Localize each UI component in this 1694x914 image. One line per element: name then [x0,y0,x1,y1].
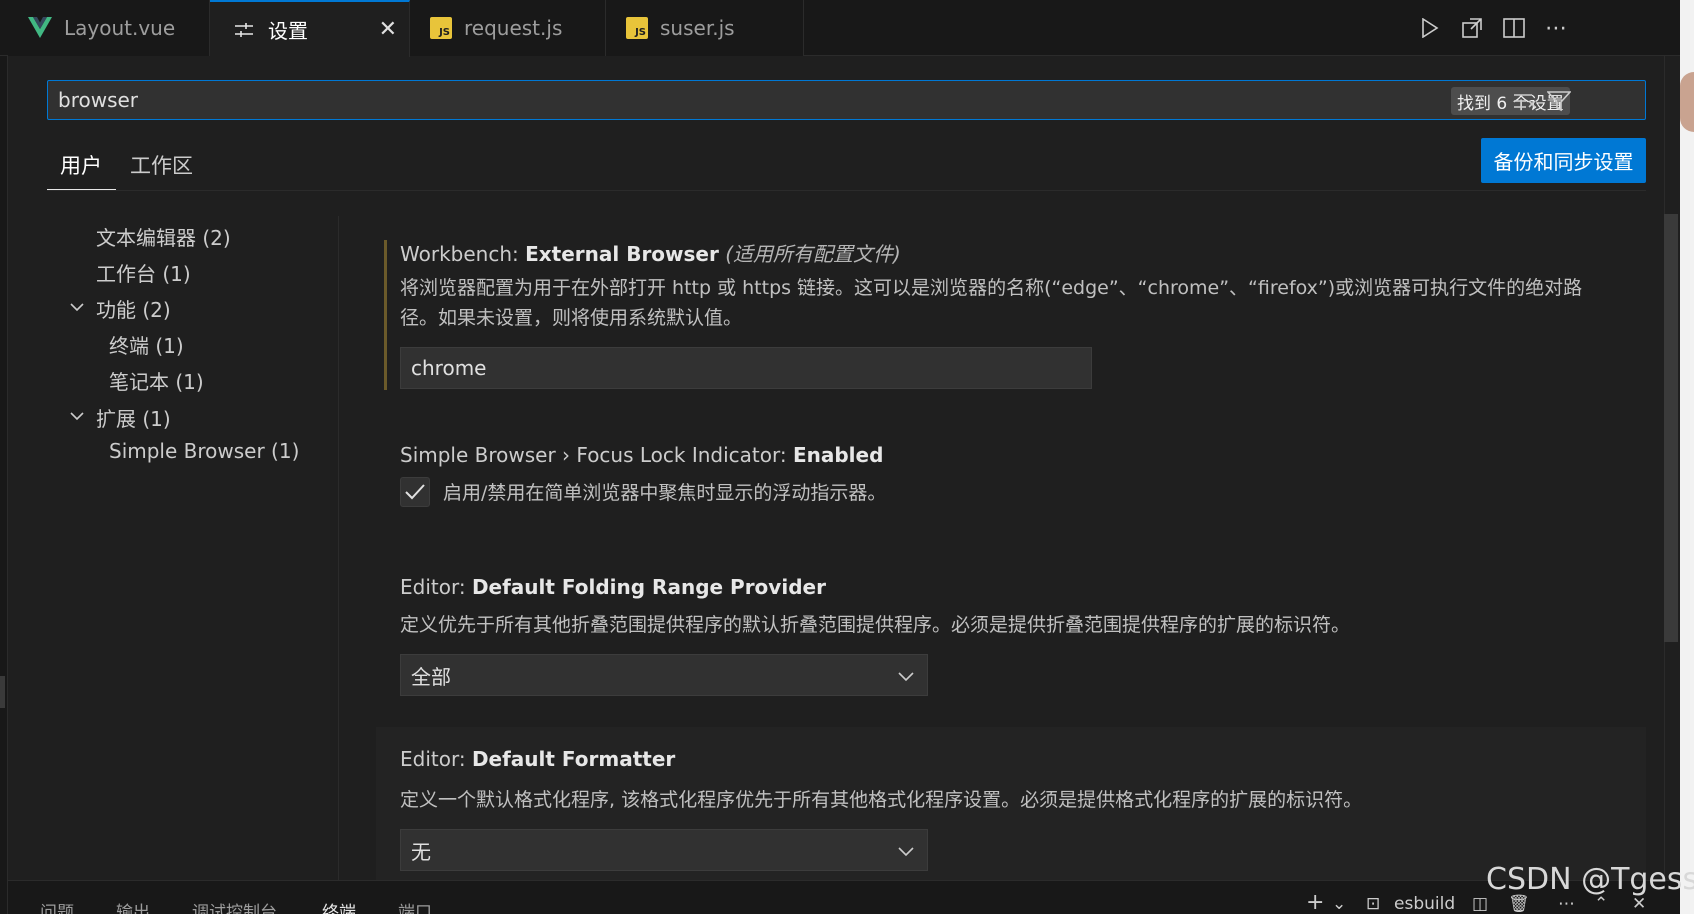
tab-label: 设置 [268,19,308,43]
default-formatter-select[interactable]: 无 [400,829,928,871]
settings-search-box[interactable]: 找到 6 个设置 [47,80,1646,120]
tab-label: request.js [464,16,563,40]
trash-icon[interactable]: 🗑 [1508,894,1530,914]
external-browser-input[interactable] [400,347,1092,389]
setting-title-external-browser: Workbench: External Browser (适用所有配置文件) [400,238,901,267]
more-actions-icon[interactable]: ⋯ [1558,894,1575,914]
toc-item-features[interactable]: 功能 (2) [96,294,171,323]
terminal-icon: ⊡ [1366,894,1381,914]
js-file-icon: JS [430,17,452,39]
maximize-panel-icon[interactable]: ⌃ [1594,894,1608,914]
avatar [1680,72,1694,132]
chevron-down-icon [898,672,914,682]
new-terminal-icon[interactable]: + [1306,890,1324,914]
split-terminal-icon[interactable]: ◫ [1472,894,1488,914]
check-icon [405,484,425,500]
close-panel-icon[interactable]: ✕ [1632,894,1646,914]
panel-tab-ports[interactable]: 端口 [398,898,432,914]
tab-user-scope[interactable]: 用户 [60,150,102,180]
focus-lock-checkbox[interactable] [400,477,430,507]
tab-label: Layout.vue [64,16,176,40]
scrollbar-thumb[interactable] [1664,214,1678,642]
toc-item-notebook[interactable]: 笔记本 (1) [109,366,204,395]
setting-title-formatter: Editor: Default Formatter [400,747,675,771]
folding-provider-select[interactable]: 全部 [400,654,928,696]
toc-item-simple-browser[interactable]: Simple Browser (1) [109,439,299,463]
chevron-down-icon [898,847,914,857]
scope-note: (适用所有配置文件) [725,242,901,266]
scope-divider [47,190,1646,191]
setting-description: 定义优先于所有其他折叠范围提供程序的默认折叠范围提供程序。必须是提供折叠范围提供… [400,614,1351,636]
tab-settings[interactable]: 设置 ✕ [210,0,410,57]
vue-icon [28,16,52,40]
backup-sync-button[interactable]: 备份和同步设置 [1481,138,1646,183]
search-input[interactable] [58,85,1438,115]
tab-label: suser.js [660,16,735,40]
toc-divider [338,216,339,880]
terminal-name[interactable]: esbuild [1394,894,1455,914]
tab-layout-vue[interactable]: Layout.vue [8,0,210,56]
tab-suser-js[interactable]: JS suser.js [606,0,804,56]
setting-category: Editor: [400,747,472,771]
toc-item-extensions[interactable]: 扩展 (1) [96,403,171,432]
js-file-icon: JS [626,17,648,39]
panel-tab-debug-console[interactable]: 调试控制台 [192,898,277,914]
activity-bar-edge [0,0,8,914]
editor-actions: ⋯ [1418,0,1568,56]
setting-title-folding: Editor: Default Folding Range Provider [400,575,826,599]
modified-indicator [384,240,387,390]
chevron-down-icon[interactable] [69,408,85,424]
setting-category: Simple Browser › Focus Lock Indicator: [400,443,793,467]
run-icon[interactable] [1418,16,1442,40]
clear-filter-icon[interactable] [1512,89,1538,113]
toc-item-terminal[interactable]: 终端 (1) [109,330,184,359]
watermark: CSDN @Tgess [1486,862,1694,897]
settings-sliders-icon [232,18,256,42]
close-icon[interactable]: ✕ [379,17,397,42]
split-editor-icon[interactable] [1502,16,1526,40]
tab-workspace-scope[interactable]: 工作区 [130,150,193,180]
setting-category: Workbench: [400,242,526,266]
setting-name: External Browser [525,242,719,266]
setting-name: Default Folding Range Provider [471,575,826,599]
toc-item-workbench[interactable]: 工作台 (1) [96,258,191,287]
panel-tab-terminal[interactable]: 终端 [322,898,356,914]
setting-name: Default Formatter [471,747,676,771]
open-settings-json-icon[interactable] [1460,16,1484,40]
setting-description: 定义一个默认格式化程序, 该格式化程序优先于所有其他格式化程序设置。必须是提供格… [400,789,1363,811]
more-actions-icon[interactable]: ⋯ [1544,16,1568,41]
tab-request-js[interactable]: JS request.js [410,0,606,56]
filter-icon[interactable] [1546,89,1572,113]
select-value: 全部 [411,664,451,689]
checkbox-label: 启用/禁用在简单浏览器中聚焦时显示的浮动指示器。 [443,482,887,504]
setting-title-focus-lock: Simple Browser › Focus Lock Indicator: E… [400,443,883,467]
editor-tab-bar: Layout.vue 设置 ✕ JS request.js JS suser.j… [0,0,1694,57]
window-edge [1680,0,1694,914]
select-value: 无 [411,839,431,864]
setting-name: Enabled [792,443,884,467]
setting-description: 将浏览器配置为用于在外部打开 http 或 https 链接。这可以是浏览器的名… [400,277,1583,329]
chevron-down-icon[interactable] [69,299,85,315]
setting-category: Editor: [400,575,472,599]
sash-handle[interactable] [0,676,5,708]
chevron-down-icon[interactable]: ⌄ [1332,894,1346,914]
panel-tab-problems[interactable]: 问题 [40,898,74,914]
panel-tab-output[interactable]: 输出 [116,898,150,914]
toc-item-text-editor[interactable]: 文本编辑器 (2) [96,222,231,251]
